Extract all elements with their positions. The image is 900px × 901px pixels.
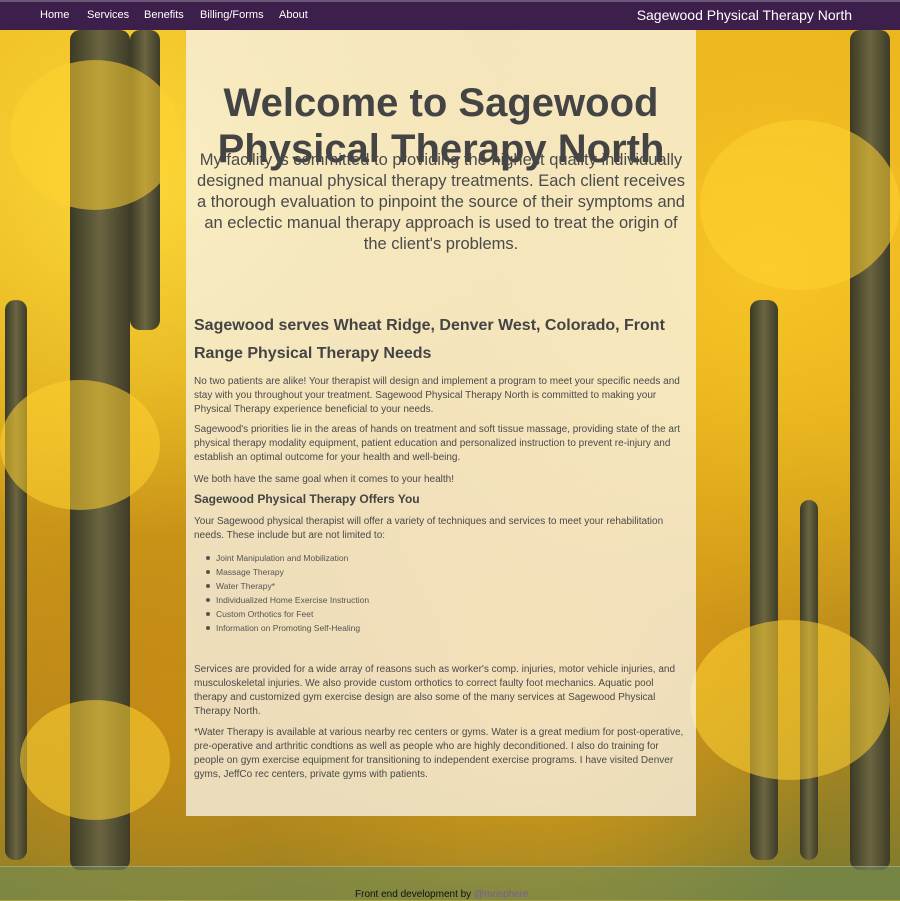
paragraph-patients: No two patients are alike! Your therapis… [194,376,680,415]
nav-home[interactable]: Home [40,9,69,21]
paragraph-priorities: Sagewood's priorities lie in the areas o… [194,424,681,463]
list-item: Massage Therapy [205,565,369,579]
list-item: Custom Orthotics for Feet [205,607,369,621]
list-item: Information on Promoting Self-Healing [205,621,369,635]
offers-heading: Sagewood Physical Therapy Offers You [194,492,420,506]
foliage [700,120,900,290]
brand-name[interactable]: Sagewood Physical Therapy North [637,7,852,23]
list-item: Individualized Home Exercise Instruction [205,595,370,605]
intro-text: My facility is committed to providing th… [197,151,685,253]
foliage [10,60,180,210]
foliage [20,700,170,820]
paragraph-water-therapy: *Water Therapy is available at various n… [194,727,684,780]
footer-label: Front end development by [355,889,472,900]
nav-benefits[interactable]: Benefits [144,9,184,21]
paragraph-services: Services are provided for a wide array o… [194,664,676,717]
nav-services[interactable]: Services [87,9,129,21]
footer: Front end development by @mosphere [0,866,900,901]
foliage [0,380,160,510]
nav-about[interactable]: About [279,9,308,21]
footer-credit: Front end development by @mosphere [355,889,529,900]
services-list: Joint Manipulation and Mobilization Mass… [205,551,370,635]
top-navbar: Home Services Benefits Billing/Forms Abo… [0,0,900,30]
foliage [690,620,890,780]
nav-billing-forms[interactable]: Billing/Forms [200,9,264,21]
section-heading: Sagewood serves Wheat Ridge, Denver West… [194,317,665,362]
list-item: Water Therapy* [205,579,369,593]
paragraph-goal: We both have the same goal when it comes… [194,474,454,485]
offers-intro: Your Sagewood physical therapist will of… [194,516,664,541]
footer-link[interactable]: @mosphere [474,889,529,900]
content-panel: Welcome to Sagewood Physical Therapy Nor… [186,30,696,816]
list-item: Joint Manipulation and Mobilization [205,551,369,565]
